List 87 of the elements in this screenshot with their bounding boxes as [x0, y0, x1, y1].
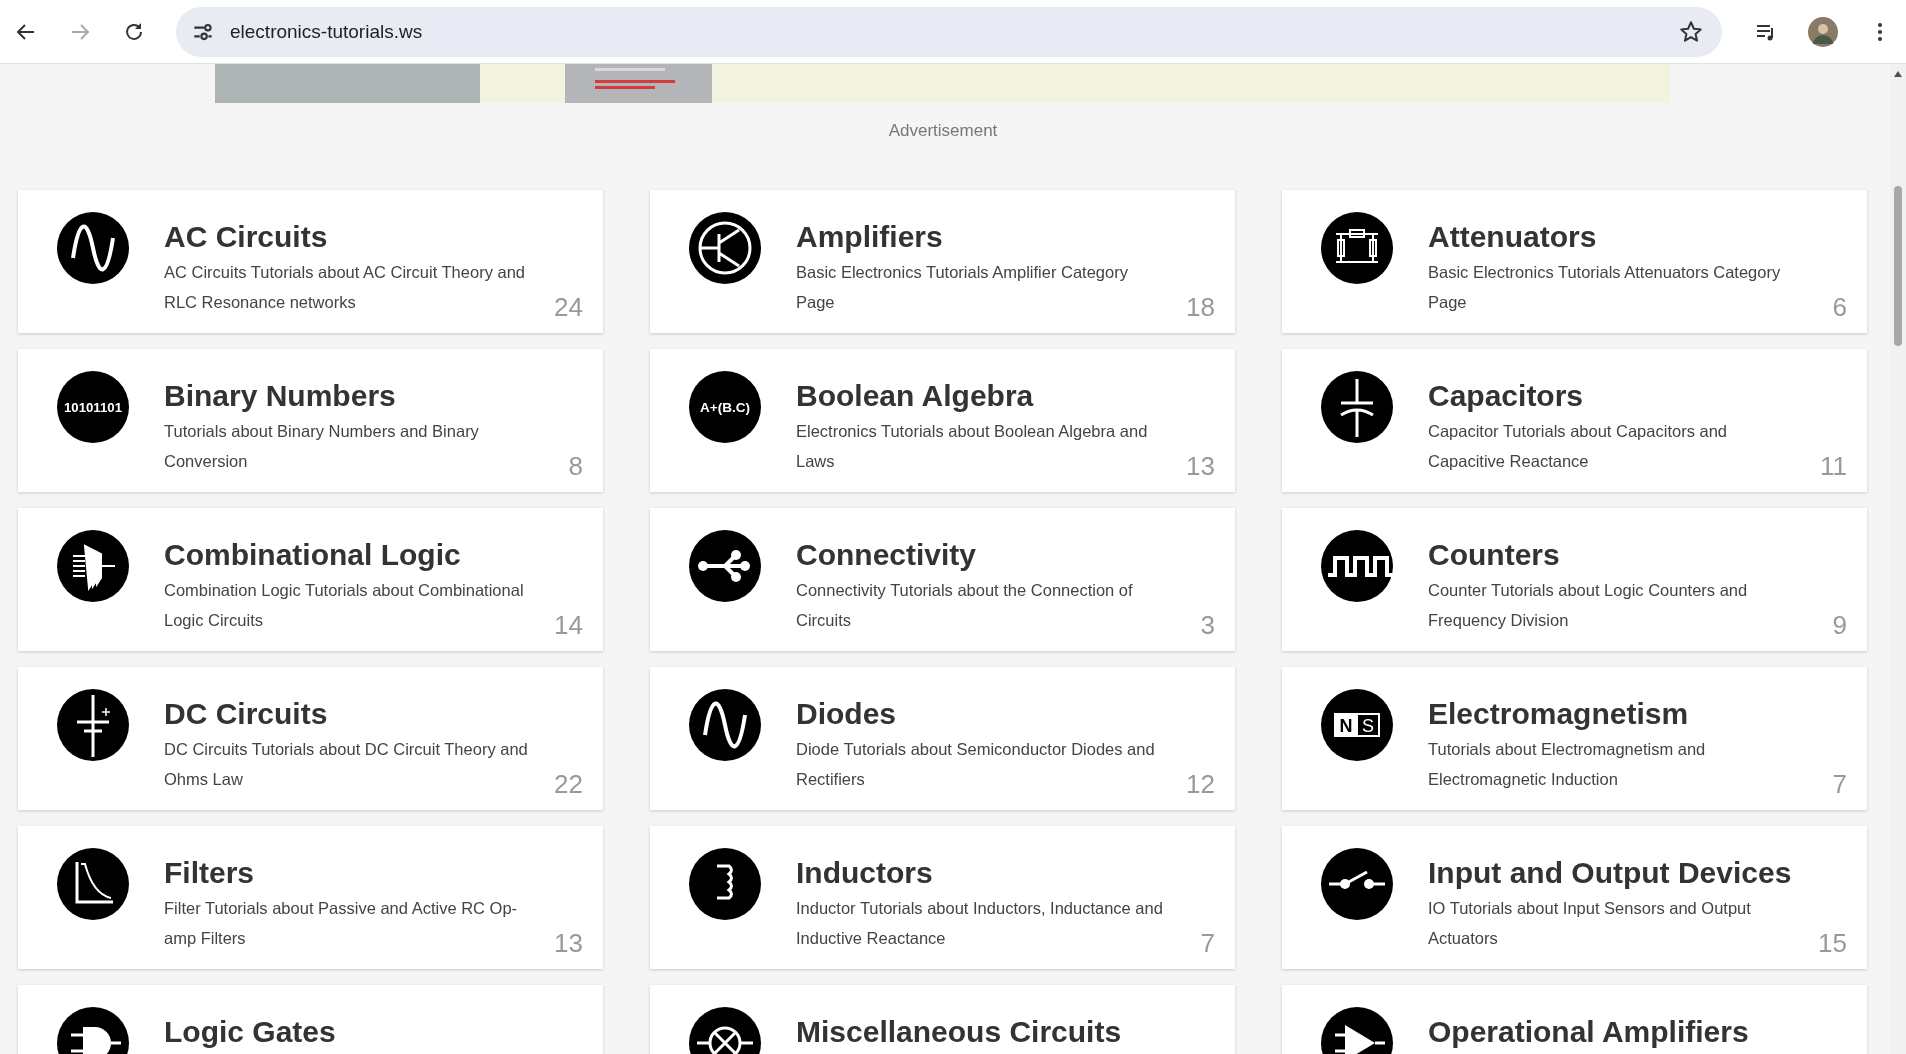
tutorial-count: 22	[554, 769, 583, 800]
category-card[interactable]: Input and Output Devices IO Tutorials about Input Sensors and Output Actuators 15	[1282, 826, 1867, 969]
category-card[interactable]: Attenuators Basic Electronics Tutorials Attenuators Category Page 6	[1282, 190, 1867, 333]
category-card[interactable]: 10101101 Binary Numbers Tutorials about Binary Numbers and Binary Conversion 8	[18, 349, 603, 492]
category-title[interactable]: Operational Amplifiers	[1428, 1012, 1838, 1052]
category-title[interactable]: Connectivity	[796, 535, 1206, 575]
category-description: Filter Tutorials about Passive and Active RC Op-amp Filters	[164, 898, 519, 949]
transistor-icon	[689, 212, 761, 284]
category-description: Electronics Tutorials about Boolean Algebra and Laws	[796, 421, 1149, 472]
category-title[interactable]: Binary Numbers	[164, 376, 574, 416]
tutorial-count: 14	[554, 610, 583, 641]
capacitor-icon	[1321, 371, 1393, 443]
category-description: Connectivity Tutorials about the Connection of Circuits	[796, 580, 1134, 631]
category-card[interactable]: DC Circuits DC Circuits Tutorials about DC Circuit Theory and Ohms Law 22	[18, 667, 603, 810]
tutorial-count: 7	[1200, 928, 1215, 959]
category-description: AC Circuits Tutorials about AC Circuit Theory and RLC Resonance networks	[164, 262, 526, 313]
category-title[interactable]: Miscellaneous Circuits	[796, 1012, 1206, 1052]
category-card[interactable]: N S Electromagnetism Tutorials about Electromagnetism and Electromagnetic Induction 7	[1282, 667, 1867, 810]
scrollbar-thumb[interactable]	[1894, 186, 1902, 346]
category-card[interactable]: AC Circuits AC Circuits Tutorials about AC Circuit Theory and RLC Resonance networks 24	[18, 190, 603, 333]
tutorial-count: 24	[554, 292, 583, 323]
url-text: electronics-tutorials.ws	[230, 20, 424, 43]
text-badge-icon: 10101101	[57, 371, 129, 443]
category-card[interactable]: Operational Amplifiers	[1282, 985, 1867, 1054]
category-card[interactable]: Filters Filter Tutorials about Passive and Active RC Op-amp Filters 13	[18, 826, 603, 969]
network-icon	[689, 530, 761, 602]
category-title[interactable]: Counters	[1428, 535, 1838, 575]
tutorial-count: 12	[1186, 769, 1215, 800]
category-title[interactable]: Combinational Logic	[164, 535, 574, 575]
tutorial-count: 13	[554, 928, 583, 959]
tutorial-count: 18	[1186, 292, 1215, 323]
category-title[interactable]: Capacitors	[1428, 376, 1838, 416]
battery-icon	[57, 689, 129, 761]
category-description: Combination Logic Tutorials about Combinational Logic Circuits	[164, 580, 525, 631]
category-card[interactable]: A+(B.C) Boolean Algebra Electronics Tutorials about Boolean Algebra and Laws 13	[650, 349, 1235, 492]
category-title[interactable]: DC Circuits	[164, 694, 574, 734]
tutorial-count: 11	[1820, 451, 1847, 482]
inductor-icon	[689, 848, 761, 920]
category-description: Basic Electronics Tutorials Attenuators Category Page	[1428, 262, 1782, 313]
category-title[interactable]: Amplifiers	[796, 217, 1206, 257]
category-description: Tutorials about Binary Numbers and Binary Conversion	[164, 421, 480, 472]
category-card[interactable]: Combinational Logic Combination Logic Tutorials about Combinational Logic Circuits 14	[18, 508, 603, 651]
tutorial-count: 13	[1186, 451, 1215, 482]
text-badge-icon: A+(B.C)	[689, 371, 761, 443]
sine-icon	[689, 689, 761, 761]
category-title[interactable]: Boolean Algebra	[796, 376, 1206, 416]
category-title[interactable]: Diodes	[796, 694, 1206, 734]
sine-icon	[57, 212, 129, 284]
switch-icon	[1321, 848, 1393, 920]
magnet-icon: N S	[1321, 689, 1393, 761]
tutorial-count: 3	[1200, 610, 1215, 641]
address-bar[interactable]: electronics-tutorials.ws	[176, 6, 1722, 57]
tutorial-count: 7	[1832, 769, 1847, 800]
category-title[interactable]: Filters	[164, 853, 574, 893]
category-description: Tutorials about Electromagnetism and Electromagnetic Induction	[1428, 739, 1707, 790]
advertisement-label: Advertisement	[887, 121, 999, 141]
category-title[interactable]: Logic Gates	[164, 1012, 574, 1052]
category-title[interactable]: Input and Output Devices	[1428, 853, 1838, 893]
category-card[interactable]: Logic Gates	[18, 985, 603, 1054]
category-title[interactable]: AC Circuits	[164, 217, 574, 257]
bookmark-star-icon[interactable]	[1678, 18, 1704, 45]
category-title[interactable]: Attenuators	[1428, 217, 1838, 257]
category-title[interactable]: Inductors	[796, 853, 1206, 893]
category-description: DC Circuits Tutorials about DC Circuit Theory and Ohms Law	[164, 739, 529, 790]
category-card[interactable]: Miscellaneous Circuits	[650, 985, 1235, 1054]
category-card[interactable]: Amplifiers Basic Electronics Tutorials Amplifier Category Page 18	[650, 190, 1235, 333]
category-title[interactable]: Electromagnetism	[1428, 694, 1838, 734]
category-card[interactable]: Diodes Diode Tutorials about Semiconductor Diodes and Rectifiers 12	[650, 667, 1235, 810]
category-card[interactable]: Inductors Inductor Tutorials about Inductors, Inductance and Inductive Reactance 7	[650, 826, 1235, 969]
category-description: Diode Tutorials about Semiconductor Diodes and Rectifiers	[796, 739, 1156, 790]
category-description: IO Tutorials about Input Sensors and Output Actuators	[1428, 898, 1752, 949]
attenuator-icon	[1321, 212, 1393, 284]
avatar-icon[interactable]	[1808, 16, 1838, 47]
tutorial-count: 15	[1818, 928, 1847, 959]
scrollbar[interactable]	[1890, 64, 1906, 1054]
scroll-up-icon[interactable]	[1893, 70, 1903, 78]
tutorial-count: 6	[1832, 292, 1847, 323]
category-card[interactable]: Connectivity Connectivity Tutorials about the Connection of Circuits 3	[650, 508, 1235, 651]
tutorial-count: 9	[1832, 610, 1847, 641]
category-description: Capacitor Tutorials about Capacitors and Capacitive Reactance	[1428, 421, 1728, 472]
category-card[interactable]: Counters Counter Tutorials about Logic Counters and Frequency Division 9	[1282, 508, 1867, 651]
category-card[interactable]: Capacitors Capacitor Tutorials about Capacitors and Capacitive Reactance 11	[1282, 349, 1867, 492]
category-description: Counter Tutorials about Logic Counters and Frequency Division	[1428, 580, 1749, 631]
category-description: Inductor Tutorials about Inductors, Inductance and Inductive Reactance	[796, 898, 1164, 949]
tutorial-count: 8	[568, 451, 583, 482]
category-description: Basic Electronics Tutorials Amplifier Category Page	[796, 262, 1129, 313]
filter-icon	[57, 848, 129, 920]
